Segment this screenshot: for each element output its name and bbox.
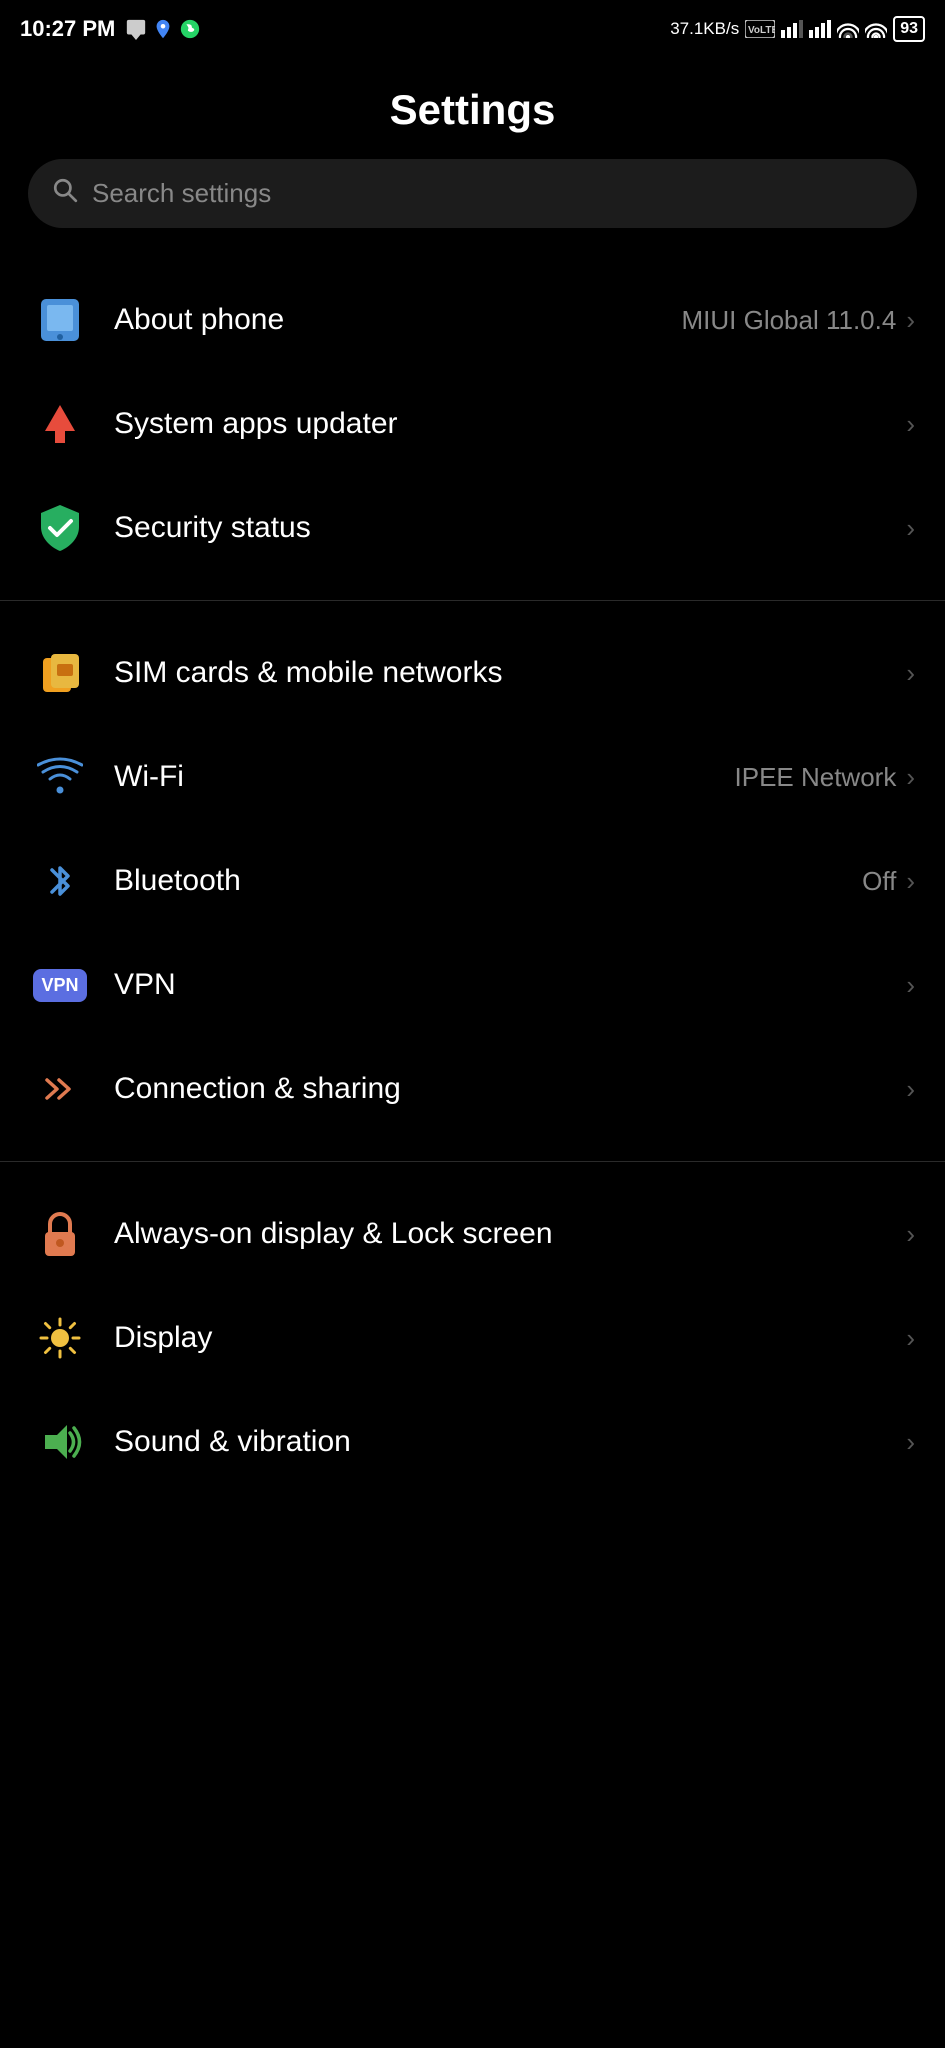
wifi-icon — [30, 747, 90, 807]
phone-icon — [30, 290, 90, 350]
page-title: Settings — [0, 56, 945, 159]
sound-vibration-chevron: › — [906, 1427, 915, 1458]
wifi-status-1-icon — [837, 20, 859, 38]
system-apps-updater-chevron: › — [906, 409, 915, 440]
search-bar[interactable]: Search settings — [28, 159, 917, 228]
search-icon — [52, 177, 78, 210]
sim-icon — [30, 643, 90, 703]
svg-text:VoLTE: VoLTE — [748, 25, 775, 36]
always-on-display-chevron: › — [906, 1219, 915, 1250]
always-on-display-label: Always-on display & Lock screen — [114, 1217, 896, 1251]
vpn-label: VPN — [114, 968, 896, 1002]
network-speed: 37.1KB/s — [670, 19, 739, 39]
connection-sharing-chevron: › — [906, 1074, 915, 1105]
display-icon — [30, 1308, 90, 1368]
volte-icon: VoLTE — [745, 20, 775, 38]
status-left: 10:27 PM — [20, 16, 201, 42]
sidebar-item-display[interactable]: Display › — [0, 1286, 945, 1390]
bluetooth-value: Off — [862, 866, 896, 897]
divider-2 — [0, 1161, 945, 1162]
signal-bars-2-icon — [809, 20, 831, 38]
status-right: 37.1KB/s VoLTE — [670, 16, 925, 42]
vpn-badge: VPN — [33, 969, 86, 1002]
connection-sharing-label: Connection & sharing — [114, 1072, 896, 1106]
wifi-chevron: › — [906, 762, 915, 793]
signal-bars-1-icon — [781, 20, 803, 38]
sidebar-item-wifi[interactable]: Wi-Fi IPEE Network › — [0, 725, 945, 829]
sidebar-item-security-status[interactable]: Security status › — [0, 476, 945, 580]
sound-icon — [30, 1412, 90, 1472]
message-icon — [125, 18, 147, 40]
search-placeholder: Search settings — [92, 178, 271, 209]
sidebar-item-always-on-display[interactable]: Always-on display & Lock screen › — [0, 1182, 945, 1286]
about-phone-chevron: › — [906, 305, 915, 336]
status-time: 10:27 PM — [20, 16, 115, 42]
shield-checkmark-icon — [30, 498, 90, 558]
vpn-icon: VPN — [30, 955, 90, 1015]
sidebar-item-vpn[interactable]: VPN VPN › — [0, 933, 945, 1037]
battery-icon: 93 — [893, 16, 925, 42]
bluetooth-label: Bluetooth — [114, 864, 862, 898]
sidebar-item-system-apps-updater[interactable]: System apps updater › — [0, 372, 945, 476]
bluetooth-chevron: › — [906, 866, 915, 897]
security-status-label: Security status — [114, 511, 896, 545]
sidebar-item-sound-vibration[interactable]: Sound & vibration › — [0, 1390, 945, 1494]
maps-icon — [152, 18, 174, 40]
arrow-up-icon — [30, 394, 90, 454]
wifi-label: Wi-Fi — [114, 760, 735, 794]
display-chevron: › — [906, 1323, 915, 1354]
section-connectivity: SIM cards & mobile networks › Wi-Fi IPEE… — [0, 611, 945, 1151]
system-apps-updater-label: System apps updater — [114, 407, 896, 441]
wifi-status-2-icon — [865, 20, 887, 38]
lock-screen-icon — [30, 1204, 90, 1264]
whatsapp-icon — [179, 18, 201, 40]
vpn-chevron: › — [906, 970, 915, 1001]
sim-cards-chevron: › — [906, 658, 915, 689]
sim-cards-label: SIM cards & mobile networks — [114, 656, 896, 690]
security-status-chevron: › — [906, 513, 915, 544]
sidebar-item-sim-cards[interactable]: SIM cards & mobile networks › — [0, 621, 945, 725]
sidebar-item-bluetooth[interactable]: Bluetooth Off › — [0, 829, 945, 933]
wifi-value: IPEE Network — [735, 762, 897, 793]
section-display-sound: Always-on display & Lock screen › Displa… — [0, 1172, 945, 1504]
status-bar: 10:27 PM 37.1KB/s VoLTE — [0, 0, 945, 56]
sidebar-item-about-phone[interactable]: About phone MIUI Global 11.0.4 › — [0, 268, 945, 372]
about-phone-value: MIUI Global 11.0.4 — [681, 305, 896, 336]
divider-1 — [0, 600, 945, 601]
section-system: About phone MIUI Global 11.0.4 › System … — [0, 258, 945, 590]
sound-vibration-label: Sound & vibration — [114, 1425, 896, 1459]
status-app-icons — [125, 18, 201, 40]
about-phone-label: About phone — [114, 303, 681, 337]
connection-sharing-icon — [30, 1059, 90, 1119]
display-label: Display — [114, 1321, 896, 1355]
sidebar-item-connection-sharing[interactable]: Connection & sharing › — [0, 1037, 945, 1141]
bluetooth-icon — [30, 851, 90, 911]
